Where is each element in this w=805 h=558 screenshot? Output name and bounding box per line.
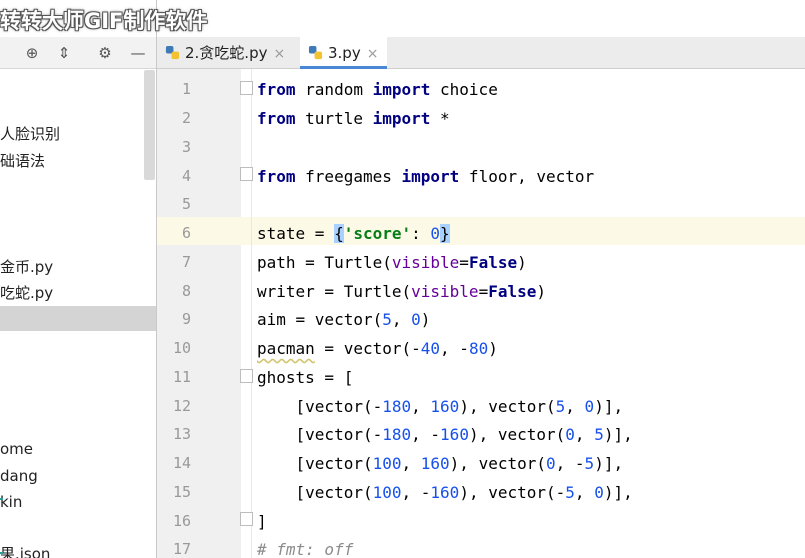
code-line-14[interactable]: [vector(100, 160), vector(0, -5)], xyxy=(257,449,624,478)
tab-3-py[interactable]: 3.py × xyxy=(300,37,387,69)
line-number: 1 xyxy=(181,80,191,98)
close-icon[interactable]: × xyxy=(273,46,285,62)
project-panel: ⊕ ⇕ ⚙ — 人脸识别 础语法 金币.py 吃蛇.py ome dang ki… xyxy=(0,0,157,558)
code-line-8[interactable]: writer = Turtle(visible=False) xyxy=(257,277,546,306)
watermark-text: 转转大师GIF制作软件 xyxy=(0,9,208,33)
line-number: 9 xyxy=(181,310,191,328)
project-scrollbar[interactable] xyxy=(144,70,155,180)
code-line-13[interactable]: [vector(-180, -160), vector(0, 5)], xyxy=(257,420,633,449)
gutter-separator xyxy=(251,69,252,558)
code-editor[interactable]: 1 2 3 4 5 6 7 8 9 10 11 12 13 14 15 16 17 from random im… xyxy=(157,69,805,558)
line-number: 14 xyxy=(172,454,191,472)
tree-item-basic-syntax[interactable]: 础语法 xyxy=(0,149,45,173)
python-file-icon xyxy=(308,45,323,60)
line-number: 2 xyxy=(181,109,191,127)
code-line-4[interactable]: from freegames import floor, vector xyxy=(257,162,594,191)
code-line-9[interactable]: aim = vector(5, 0) xyxy=(257,305,430,334)
code-line-10[interactable]: pacman = vector(-40, -80) xyxy=(257,334,498,363)
line-number: 15 xyxy=(172,483,191,501)
tab-snake-py[interactable]: 2.贪吃蛇.py × xyxy=(157,37,295,69)
current-line-highlight xyxy=(157,217,805,245)
line-number: 5 xyxy=(181,195,191,213)
code-line-12[interactable]: [vector(-180, 160), vector(5, 0)], xyxy=(257,392,624,421)
minimize-icon[interactable]: — xyxy=(128,43,148,63)
tree-item-kin[interactable]: kin xyxy=(0,490,22,514)
fold-icon[interactable] xyxy=(240,369,253,383)
tree-item-dang[interactable]: dang xyxy=(0,464,38,488)
line-number: 8 xyxy=(181,282,191,300)
line-number: 17 xyxy=(172,540,191,558)
python-file-icon xyxy=(165,45,180,60)
tree-item-face-recognition[interactable]: 人脸识别 xyxy=(0,122,60,146)
line-number: 12 xyxy=(172,397,191,415)
tree-item-coins-py[interactable]: 金币.py xyxy=(0,255,53,279)
collapse-all-icon[interactable]: ⇕ xyxy=(54,43,74,63)
tab-label: 3.py xyxy=(328,44,361,62)
code-line-15[interactable]: [vector(100, -160), vector(-5, 0)], xyxy=(257,478,633,507)
editor-tab-bar: 2.贪吃蛇.py × 3.py × xyxy=(157,37,805,69)
tree-item-snake-py[interactable]: 吃蛇.py xyxy=(0,281,53,305)
fold-icon[interactable] xyxy=(240,167,253,181)
locate-icon[interactable]: ⊕ xyxy=(22,43,42,63)
line-number: 11 xyxy=(172,368,191,386)
line-number: 13 xyxy=(172,425,191,443)
code-line-17[interactable]: # fmt: off xyxy=(257,535,353,558)
code-line-6[interactable]: state = {'score': 0} xyxy=(257,219,450,248)
line-number: 6 xyxy=(181,224,191,242)
edge-marker xyxy=(0,552,3,554)
tree-item-json[interactable]: 果.json xyxy=(0,542,50,558)
code-line-1[interactable]: from random import choice xyxy=(257,75,498,104)
tree-item-ome[interactable]: ome xyxy=(0,437,33,461)
fold-icon[interactable] xyxy=(240,512,253,526)
line-number: 10 xyxy=(172,339,191,357)
close-icon[interactable]: × xyxy=(367,46,379,62)
edge-marker xyxy=(0,498,3,500)
code-line-2[interactable]: from turtle import * xyxy=(257,104,450,133)
code-line-7[interactable]: path = Turtle(visible=False) xyxy=(257,248,527,277)
gear-icon[interactable]: ⚙ xyxy=(95,43,115,63)
line-number: 3 xyxy=(181,138,191,156)
tree-item-selected[interactable] xyxy=(0,306,156,331)
tab-label: 2.贪吃蛇.py xyxy=(185,44,268,62)
line-number: 7 xyxy=(181,253,191,271)
code-line-11[interactable]: ghosts = [ xyxy=(257,363,353,392)
fold-icon[interactable] xyxy=(240,81,253,95)
code-line-16[interactable]: ] xyxy=(257,507,267,536)
line-number: 16 xyxy=(172,512,191,530)
line-number: 4 xyxy=(181,167,191,185)
project-toolbar: ⊕ ⇕ ⚙ — xyxy=(0,37,156,69)
